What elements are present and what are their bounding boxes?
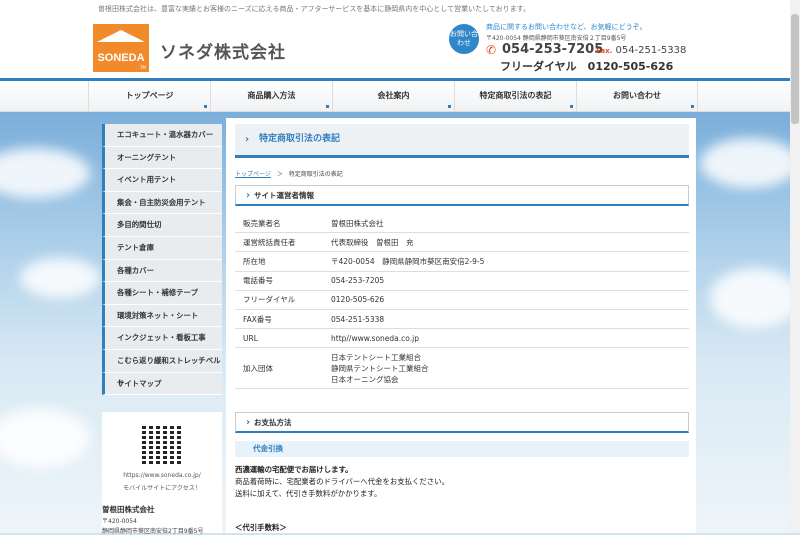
logo[interactable]: SONEDA TM	[93, 24, 149, 72]
row-value-members: 日本テントシート工業組合 静岡県テントシート工業組合 日本オーニング協会	[331, 347, 689, 390]
header-tel: 054-253-7205	[502, 42, 603, 57]
sidebar-url: https://www.soneda.co.jp/	[123, 472, 201, 479]
breadcrumb-current: 特定商取引法の表記	[288, 171, 343, 178]
table-row: フリーダイヤル 0120-505-626	[235, 290, 689, 310]
nav-item-purchase[interactable]: 商品購入方法	[210, 81, 332, 111]
table-row: 運営統括責任者 代表取締役 曽根田 充	[235, 232, 689, 253]
sidebar-info: https://www.soneda.co.jp/ モバイルサイトにアクセス！ …	[102, 412, 222, 535]
sidebar-mobile-note: モバイルサイトにアクセス！	[123, 485, 201, 492]
nav-item-top[interactable]: トップページ	[88, 81, 210, 111]
row-value: 〒420-0054 静岡県静岡市葵区南安倍2-9-5	[331, 251, 689, 272]
row-key: FAX番号	[235, 309, 331, 330]
table-row: 所在地 〒420-0054 静岡県静岡市葵区南安倍2-9-5	[235, 251, 689, 272]
sidebar-item[interactable]: 環境対策ネット・シート	[102, 304, 222, 328]
row-value: 054-253-7205	[331, 271, 689, 291]
row-value: 054-251-5338	[331, 309, 689, 330]
row-key: 電話番号	[235, 271, 331, 291]
section-payment: お支払方法	[235, 412, 689, 433]
logo-text: SONEDA	[97, 52, 145, 64]
cod-line-1: 商品着荷時に、宅配業者のドライバーへ代金をお支払ください。	[235, 477, 449, 486]
row-key: URL	[235, 328, 331, 349]
breadcrumb-separator: ＞	[276, 171, 283, 178]
top-bar: 曽根田株式会社は、豊富な実績とお客様のニーズに応える商品・アフターサービスを基本…	[0, 0, 800, 16]
nav-item-contact[interactable]: お問い合わせ	[576, 81, 698, 111]
sidebar-zip: 〒420-0054	[102, 518, 137, 525]
sidebar-item[interactable]: テント倉庫	[102, 236, 222, 260]
sidebar-item-sitemap[interactable]: サイトマップ	[102, 372, 222, 396]
operator-table: 販売業者名 曽根田株式会社 運営統括責任者 代表取締役 曽根田 充 所在地 〒420-…	[235, 214, 689, 390]
row-value: 0120-505-626	[331, 290, 689, 310]
fax-number: 054-251-5338	[615, 45, 687, 56]
sidebar-company: 曽根田株式会社	[102, 505, 155, 514]
row-key: 運営統括責任者	[235, 232, 331, 253]
sidebar-item[interactable]: 集会・自主防災会用テント	[102, 191, 222, 215]
global-nav: トップページ 商品購入方法 会社案内 特定商取引法の表記 お問い合わせ	[0, 78, 800, 112]
scrollbar-thumb[interactable]	[791, 14, 799, 124]
roof-icon	[97, 30, 145, 42]
table-row: 電話番号 054-253-7205	[235, 271, 689, 291]
sidebar-item[interactable]: イベント用テント	[102, 169, 222, 192]
row-key: 販売業者名	[235, 214, 331, 234]
table-row: FAX番号 054-251-5338	[235, 309, 689, 330]
nav-item-legal[interactable]: 特定商取引法の表記	[454, 81, 576, 111]
cod-line-2: 送料に加えて、代引き手数料がかかります。	[235, 489, 382, 498]
header-address: 〒420-0054 静岡県静岡市葵区南安倍２丁目9番5号	[486, 35, 627, 42]
member-item: 静岡県テントシート工業組合	[331, 363, 429, 373]
scrollbar[interactable]	[790, 0, 800, 533]
contact-message: 商品に関するお問い合わせなど、お気軽にどうぞ。	[486, 23, 647, 31]
row-value-url[interactable]: http//www.soneda.co.jp	[331, 328, 689, 349]
row-key: 所在地	[235, 251, 331, 272]
contact-badge-label: お問い合わせ	[450, 30, 478, 47]
sidebar-item[interactable]: こむら返り緩和ストレッチベルト	[102, 349, 222, 387]
row-value: 曽根田株式会社	[331, 214, 689, 234]
phone-icon: ✆	[486, 43, 497, 57]
logo-tm: TM	[140, 65, 146, 70]
sidebar-item[interactable]: オーニングテント	[102, 146, 222, 170]
sidebar-menu: エコキュート・温水器カバー オーニングテント イベント用テント 集会・自主防災会…	[102, 124, 222, 396]
fax-label: Fax.	[596, 47, 613, 55]
main-content: 特定商取引法の表記 トップページ ＞ 特定商取引法の表記 サイト運営者情報 販売…	[226, 118, 696, 533]
free-dial: フリーダイヤル 0120-505-626	[500, 60, 674, 73]
sidebar-item[interactable]: 各種シート・補修テープ	[102, 282, 222, 305]
nav-item-company[interactable]: 会社案内	[332, 81, 454, 111]
company-name: ソネダ株式会社	[160, 43, 286, 63]
breadcrumb: トップページ ＞ 特定商取引法の表記	[235, 169, 343, 178]
top-bar-text: 曽根田株式会社は、豊富な実績とお客様のニーズに応える商品・アフターサービスを基本…	[98, 5, 530, 13]
site-header: SONEDA TM ソネダ株式会社 お問い合わせ 商品に関するお問い合わせなど、…	[0, 16, 800, 78]
row-value: 代表取締役 曽根田 充	[331, 232, 689, 253]
sidebar-address: 静岡県静岡市葵区南安倍2丁目9番5号	[102, 528, 204, 535]
page-title: 特定商取引法の表記	[235, 124, 689, 158]
sidebar-item[interactable]: 多目的間仕切	[102, 214, 222, 237]
header-tel-number: 054-253-7205	[502, 42, 604, 57]
sidebar-item[interactable]: 各種カバー	[102, 259, 222, 283]
table-row: 販売業者名 曽根田株式会社	[235, 214, 689, 234]
contact-badge[interactable]: お問い合わせ	[449, 24, 479, 54]
cod-heading: 代金引換	[235, 441, 689, 457]
qr-code-pattern	[142, 424, 182, 464]
header-fax: Fax. 054-251-5338	[596, 45, 686, 56]
sidebar-item[interactable]: エコキュート・温水器カバー	[102, 124, 222, 147]
fee-heading: ＜代引手数料＞	[235, 523, 287, 532]
sidebar-item[interactable]: インクジェット・看板工事	[102, 327, 222, 350]
section-site-operator: サイト運営者情報	[235, 185, 689, 206]
cod-lead: 西濃運輸の宅配便でお届けします。	[235, 465, 353, 474]
member-item: 日本オーニング協会	[331, 374, 399, 384]
table-row: 加入団体 日本テントシート工業組合 静岡県テントシート工業組合 日本オーニング協…	[235, 347, 689, 390]
breadcrumb-home-link[interactable]: トップページ	[235, 171, 271, 178]
table-row: URL http//www.soneda.co.jp	[235, 328, 689, 349]
member-item: 日本テントシート工業組合	[331, 352, 421, 362]
row-key: 加入団体	[235, 347, 331, 390]
row-key: フリーダイヤル	[235, 290, 331, 310]
